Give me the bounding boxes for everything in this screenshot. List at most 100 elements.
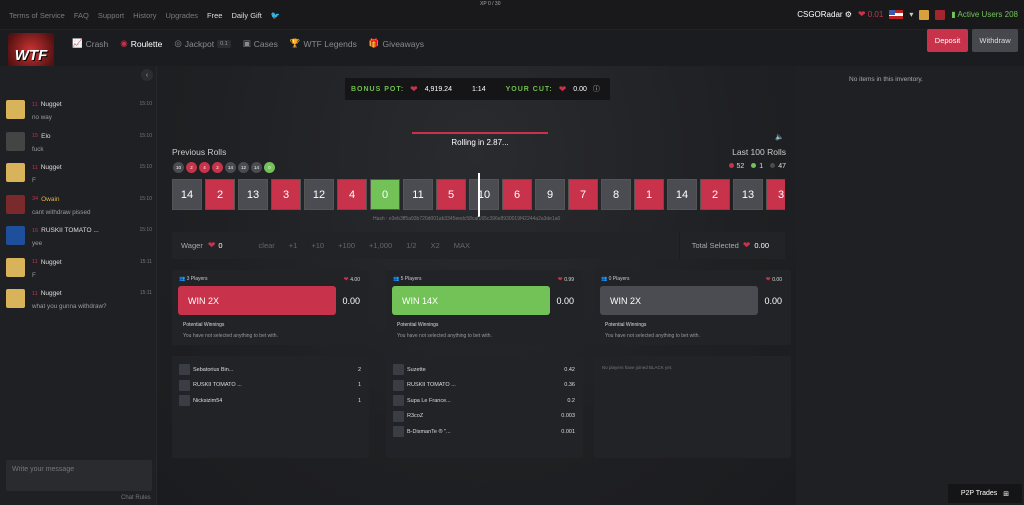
nav-label: Giveaways <box>382 38 425 49</box>
bettor-name[interactable]: Supa Le France... <box>407 398 567 404</box>
avatar[interactable] <box>393 364 404 375</box>
chat-rules-link[interactable]: Chat Rules <box>121 495 151 501</box>
bettor-name[interactable]: Sebatorius Bin... <box>193 367 358 373</box>
top-link[interactable]: Free <box>207 11 222 20</box>
top-link[interactable]: Daily Gift <box>231 11 261 20</box>
bet-button[interactable]: WIN 14X <box>392 286 550 315</box>
avatar[interactable] <box>6 131 25 151</box>
chat-time: 15:10 <box>139 132 152 139</box>
info-icon[interactable]: ⓘ <box>593 84 601 94</box>
roulette-tile: 9 <box>535 179 565 210</box>
wager-option-button[interactable]: +1 <box>289 241 298 250</box>
nav-wtf-legends[interactable]: 🏆 WTF Legends <box>290 38 357 49</box>
nav-badge: 0.1 <box>217 39 231 48</box>
chat-username[interactable]: 11 Nugget <box>32 164 62 171</box>
wager-option-button[interactable]: +10 <box>311 241 324 250</box>
bettor-name[interactable]: Suzette <box>407 367 564 373</box>
wager-input[interactable]: 0 <box>218 241 222 250</box>
avatar[interactable] <box>179 395 190 406</box>
roulette-tile: 8 <box>601 179 631 210</box>
avatar[interactable] <box>6 100 25 119</box>
chevron-down-icon[interactable]: ▾ <box>909 10 913 19</box>
top-link[interactable]: FAQ <box>74 11 89 20</box>
chevron-left-icon[interactable]: ‹ <box>141 69 153 81</box>
wager-option-button[interactable]: MAX <box>454 241 470 250</box>
bet-amount: 0.00 <box>764 296 782 306</box>
nav-label: WTF Legends <box>303 38 357 49</box>
wager-option-button[interactable]: +1,000 <box>369 241 392 250</box>
previous-roll: 14 <box>251 162 262 173</box>
csgo-game-icon[interactable] <box>919 9 930 20</box>
panel-pot-value: 0.99 <box>564 277 574 283</box>
avatar[interactable] <box>393 395 404 406</box>
dota-game-icon[interactable] <box>935 9 946 20</box>
green-count: 1 <box>751 163 763 170</box>
wager-option-button[interactable]: +100 <box>338 241 355 250</box>
roulette-marker <box>478 173 480 217</box>
deposit-button[interactable]: Deposit <box>927 29 968 52</box>
avatar[interactable] <box>393 410 404 422</box>
chat-username[interactable]: 15 Elo <box>32 133 51 140</box>
top-link[interactable]: Terms of Service <box>9 11 65 20</box>
bet-button[interactable]: WIN 2X <box>178 286 336 315</box>
avatar[interactable] <box>6 289 25 308</box>
chat-text: F <box>32 271 36 279</box>
avatar[interactable] <box>6 163 25 182</box>
avatar[interactable] <box>179 379 190 391</box>
wager-option-button[interactable]: clear <box>259 241 275 250</box>
potential-winnings-text: You have not selected anything to bet wi… <box>183 333 278 339</box>
panel-pot-value: 4.00 <box>350 277 360 283</box>
nav-giveaways[interactable]: 🎁 Giveaways <box>369 38 424 49</box>
bettor-name[interactable]: RUSKII TOMATO ... <box>193 382 358 388</box>
bettor-row: Nicksizim54 1 <box>179 394 361 407</box>
user-name[interactable]: CSGORadar ⚙ <box>797 10 852 19</box>
avatar[interactable] <box>6 194 25 214</box>
top-link[interactable]: History <box>133 11 156 20</box>
speaker-icon[interactable]: 🔈 <box>775 133 784 141</box>
avatar[interactable] <box>179 364 190 375</box>
withdraw-button[interactable]: Withdraw <box>972 29 1018 52</box>
nav-roulette[interactable]: ◉ Roulette <box>120 38 162 49</box>
bettor-name[interactable]: B-DismanTe ® "... <box>407 429 561 435</box>
avatar[interactable] <box>6 257 25 277</box>
bet-button[interactable]: WIN 2X <box>600 286 758 315</box>
game-nav: 📈 Crash ◉ Roulette ◎ Jackpot 0.1 ▣ Cases 🏆 WTF Leg… <box>72 38 424 49</box>
nav-cases[interactable]: ▣ Cases <box>243 38 278 49</box>
roulette-tile: 14 <box>172 179 202 210</box>
top-link[interactable]: Support <box>98 11 124 20</box>
us-flag-icon[interactable] <box>889 10 904 19</box>
chat-username[interactable]: 11 Nugget <box>32 259 62 266</box>
chat-message: 16 RUSKII TOMATO ... yee 15:10 <box>0 222 157 254</box>
avatar[interactable] <box>6 226 25 245</box>
chat-name: Nugget <box>40 290 62 297</box>
chat-username[interactable]: 11 Nugget <box>32 290 62 297</box>
bettor-name[interactable]: Nicksizim54 <box>193 398 358 404</box>
bettor-name[interactable]: R3coZ <box>407 413 561 419</box>
previous-roll: 2 <box>212 162 223 173</box>
avatar[interactable] <box>393 426 404 437</box>
chat-username[interactable]: 16 RUSKII TOMATO ... <box>32 227 99 234</box>
chat-username[interactable]: 11 Nugget <box>32 101 62 108</box>
wager-option-button[interactable]: 1/2 <box>406 241 416 250</box>
p2p-trades-button[interactable]: P2P Trades ⊞ <box>948 484 1022 503</box>
bettor-amount: 0.001 <box>561 428 575 435</box>
players-count: 👥 5 Players <box>393 276 421 282</box>
chat-time: 15:10 <box>139 164 152 170</box>
nav-jackpot[interactable]: ◎ Jackpot 0.1 <box>174 38 231 49</box>
wager-option-button[interactable]: X2 <box>431 241 440 250</box>
twitter-icon[interactable]: 🐦 <box>271 11 280 20</box>
logo-text: WTF <box>14 46 48 64</box>
chat-time: 15:10 <box>139 195 152 202</box>
chat-username[interactable]: 34 Owain <box>32 196 60 203</box>
case-icon: ▣ <box>242 38 251 48</box>
avatar[interactable] <box>393 379 404 391</box>
chat-input[interactable]: Write your message <box>6 460 152 491</box>
nav-crash[interactable]: 📈 Crash <box>72 38 108 49</box>
chat-name: RUSKII TOMATO ... <box>41 227 99 234</box>
bettor-name[interactable]: RUSKII TOMATO ... <box>407 382 564 388</box>
chat-message: 34 Owain cant withdraw pissed 15:10 <box>0 191 157 223</box>
panel-pot: ❤ 0.99 <box>558 276 574 283</box>
potential-winnings-label: Potential Winnings <box>183 322 225 328</box>
heart-icon: ❤ <box>207 240 216 250</box>
top-link[interactable]: Upgrades <box>166 11 199 20</box>
